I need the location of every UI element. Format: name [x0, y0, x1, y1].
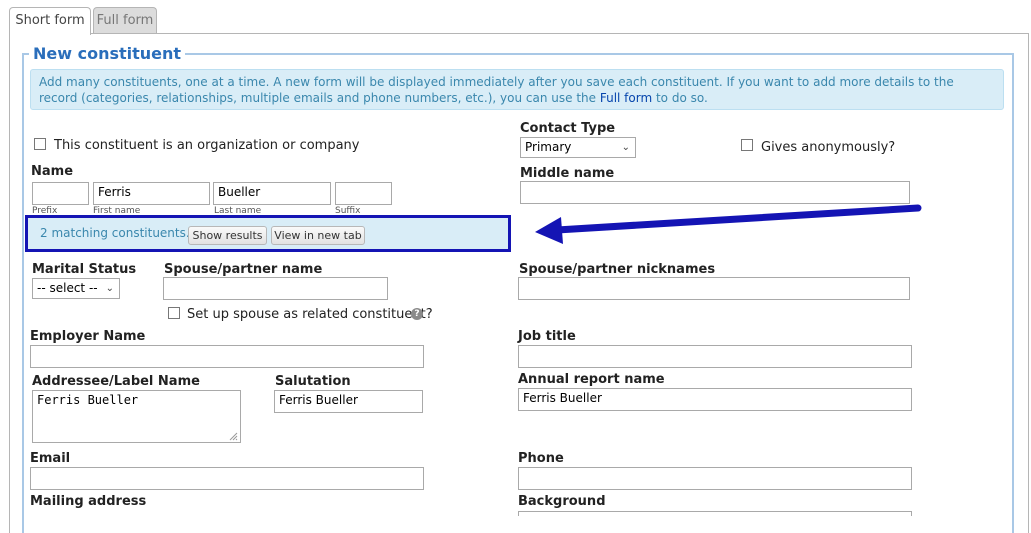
arrow-annotation-icon — [535, 204, 922, 244]
contact-type-label: Contact Type — [520, 121, 616, 136]
info-text: Add many constituents, one at a time. A … — [39, 75, 954, 105]
chevron-down-icon: ⌄ — [621, 142, 630, 153]
spouse-nicknames-label: Spouse/partner nicknames — [519, 262, 716, 277]
employer-label: Employer Name — [30, 329, 146, 344]
job-title-label: Job title — [518, 329, 576, 344]
annual-report-name-label: Annual report name — [518, 372, 665, 387]
first-name-input[interactable]: Ferris — [93, 182, 210, 205]
spouse-name-label: Spouse/partner name — [164, 262, 323, 277]
spouse-name-input[interactable] — [163, 277, 388, 300]
help-icon[interactable]: ? — [411, 308, 423, 320]
salutation-input[interactable]: Ferris Bueller — [274, 390, 423, 413]
gives-anonymously-checkbox[interactable] — [741, 139, 753, 151]
organization-checkbox-label: This constituent is an organization or c… — [54, 138, 360, 153]
marital-status-value: -- select -- — [37, 281, 98, 295]
organization-checkbox[interactable] — [34, 138, 46, 150]
spouse-nicknames-input[interactable] — [518, 277, 910, 300]
last-name-input[interactable]: Bueller — [213, 182, 331, 205]
phone-input[interactable] — [518, 467, 912, 490]
tab-full-form[interactable]: Full form — [93, 7, 157, 33]
section-title: New constituent — [29, 44, 186, 63]
phone-label: Phone — [518, 451, 564, 466]
addressee-label: Addressee/Label Name — [32, 374, 200, 389]
info-text-end: to do so. — [652, 91, 708, 105]
marital-status-select[interactable]: -- select -- ⌄ — [32, 278, 120, 299]
marital-status-label: Marital Status — [32, 262, 137, 277]
email-input[interactable] — [30, 467, 424, 490]
contact-type-value: Primary — [525, 140, 572, 154]
salutation-label: Salutation — [275, 374, 351, 389]
background-label: Background — [518, 494, 606, 509]
background-input[interactable] — [518, 511, 912, 516]
tab-short-form[interactable]: Short form — [9, 7, 91, 35]
name-label: Name — [31, 164, 74, 179]
job-title-input[interactable] — [518, 345, 912, 368]
name-prefix-input[interactable] — [32, 182, 89, 205]
mailing-address-label: Mailing address — [30, 494, 147, 509]
gives-anonymously-label: Gives anonymously? — [761, 140, 896, 155]
employer-input[interactable] — [30, 345, 424, 368]
contact-type-select[interactable]: Primary ⌄ — [520, 137, 636, 158]
middle-name-label: Middle name — [520, 166, 615, 181]
show-results-button[interactable]: Show results — [188, 226, 267, 245]
view-in-new-tab-button[interactable]: View in new tab — [271, 226, 365, 245]
full-form-link[interactable]: Full form — [600, 91, 652, 105]
matching-constituents-text: 2 matching constituents. — [40, 226, 190, 240]
addressee-textarea[interactable]: Ferris Bueller — [32, 390, 241, 443]
name-suffix-input[interactable] — [335, 182, 392, 205]
annual-report-name-input[interactable]: Ferris Bueller — [518, 388, 912, 411]
info-message: Add many constituents, one at a time. A … — [30, 69, 1004, 110]
email-label: Email — [30, 451, 71, 466]
spouse-related-label: Set up spouse as related constituent? — [187, 307, 433, 322]
resize-handle-icon[interactable] — [229, 432, 238, 441]
spouse-related-checkbox[interactable] — [168, 307, 180, 319]
chevron-down-icon: ⌄ — [105, 283, 114, 294]
